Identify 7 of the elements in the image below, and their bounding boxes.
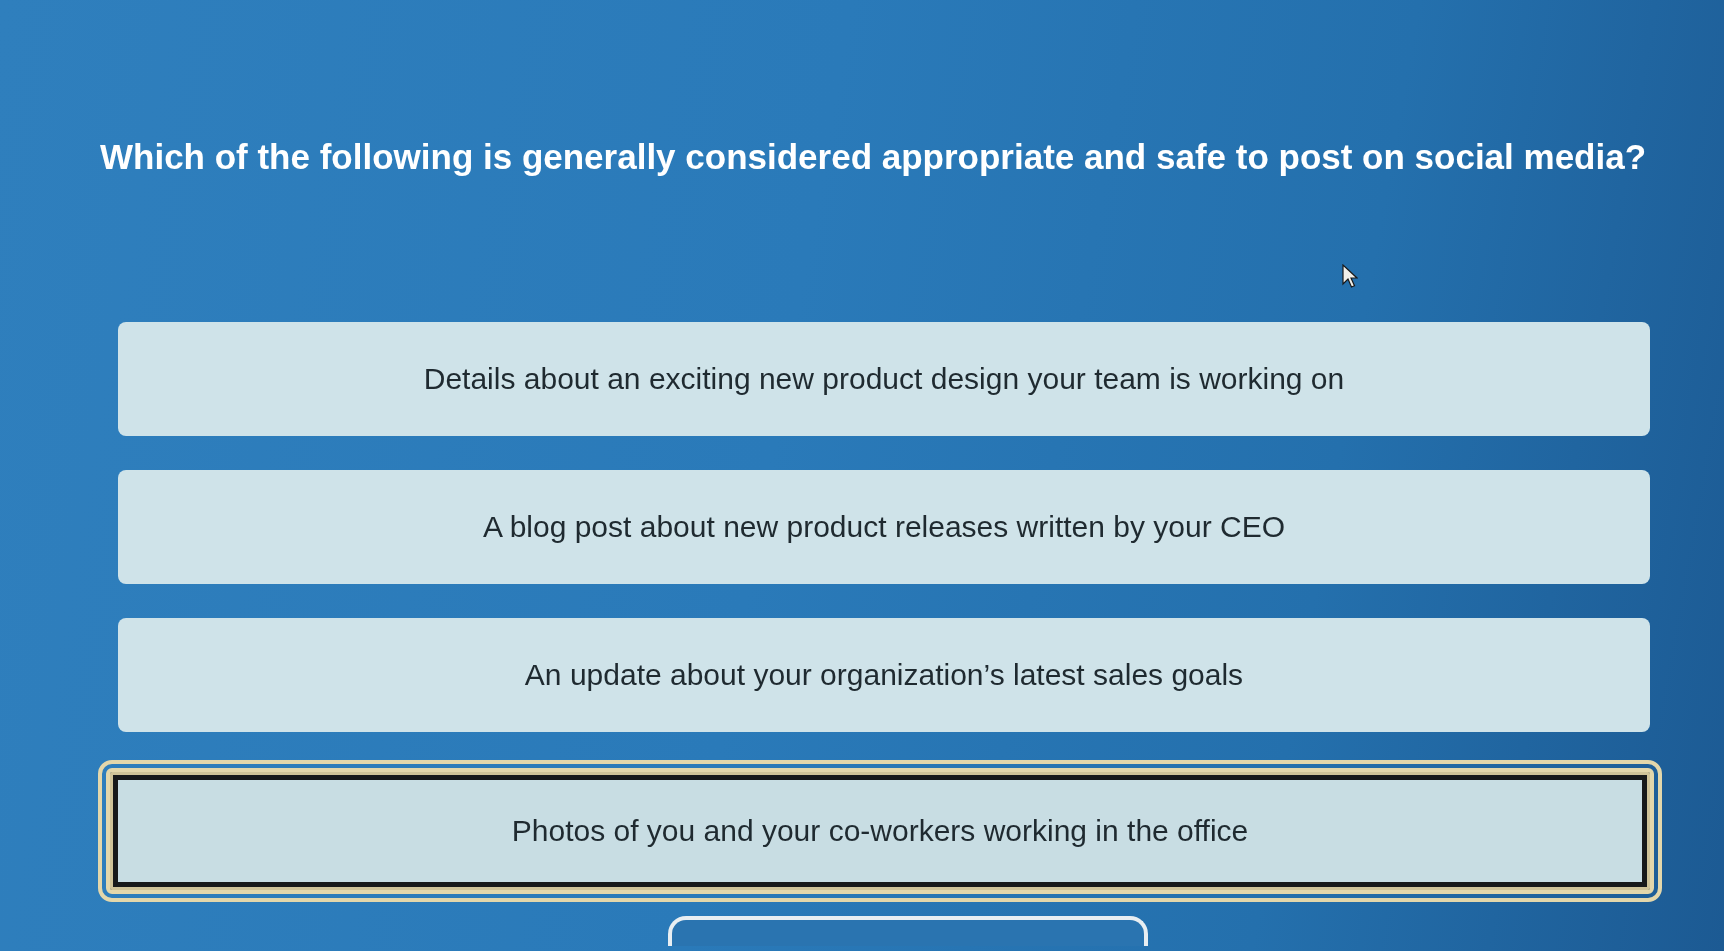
answer-option[interactable]: A blog post about new product releases written by your CEO [118,470,1650,584]
answer-option[interactable]: Details about an exciting new product design your team is working on [118,322,1650,436]
answer-option[interactable]: An update about your organization’s latest sales goals [118,618,1650,732]
pointer-icon [1342,264,1358,288]
question-text: Which of the following is generally considered appropriate and safe to post on social media? [100,136,1647,178]
partial-button[interactable] [668,916,1148,946]
answer-option[interactable]: Photos of you and your co-workers working in the office [98,760,1662,902]
